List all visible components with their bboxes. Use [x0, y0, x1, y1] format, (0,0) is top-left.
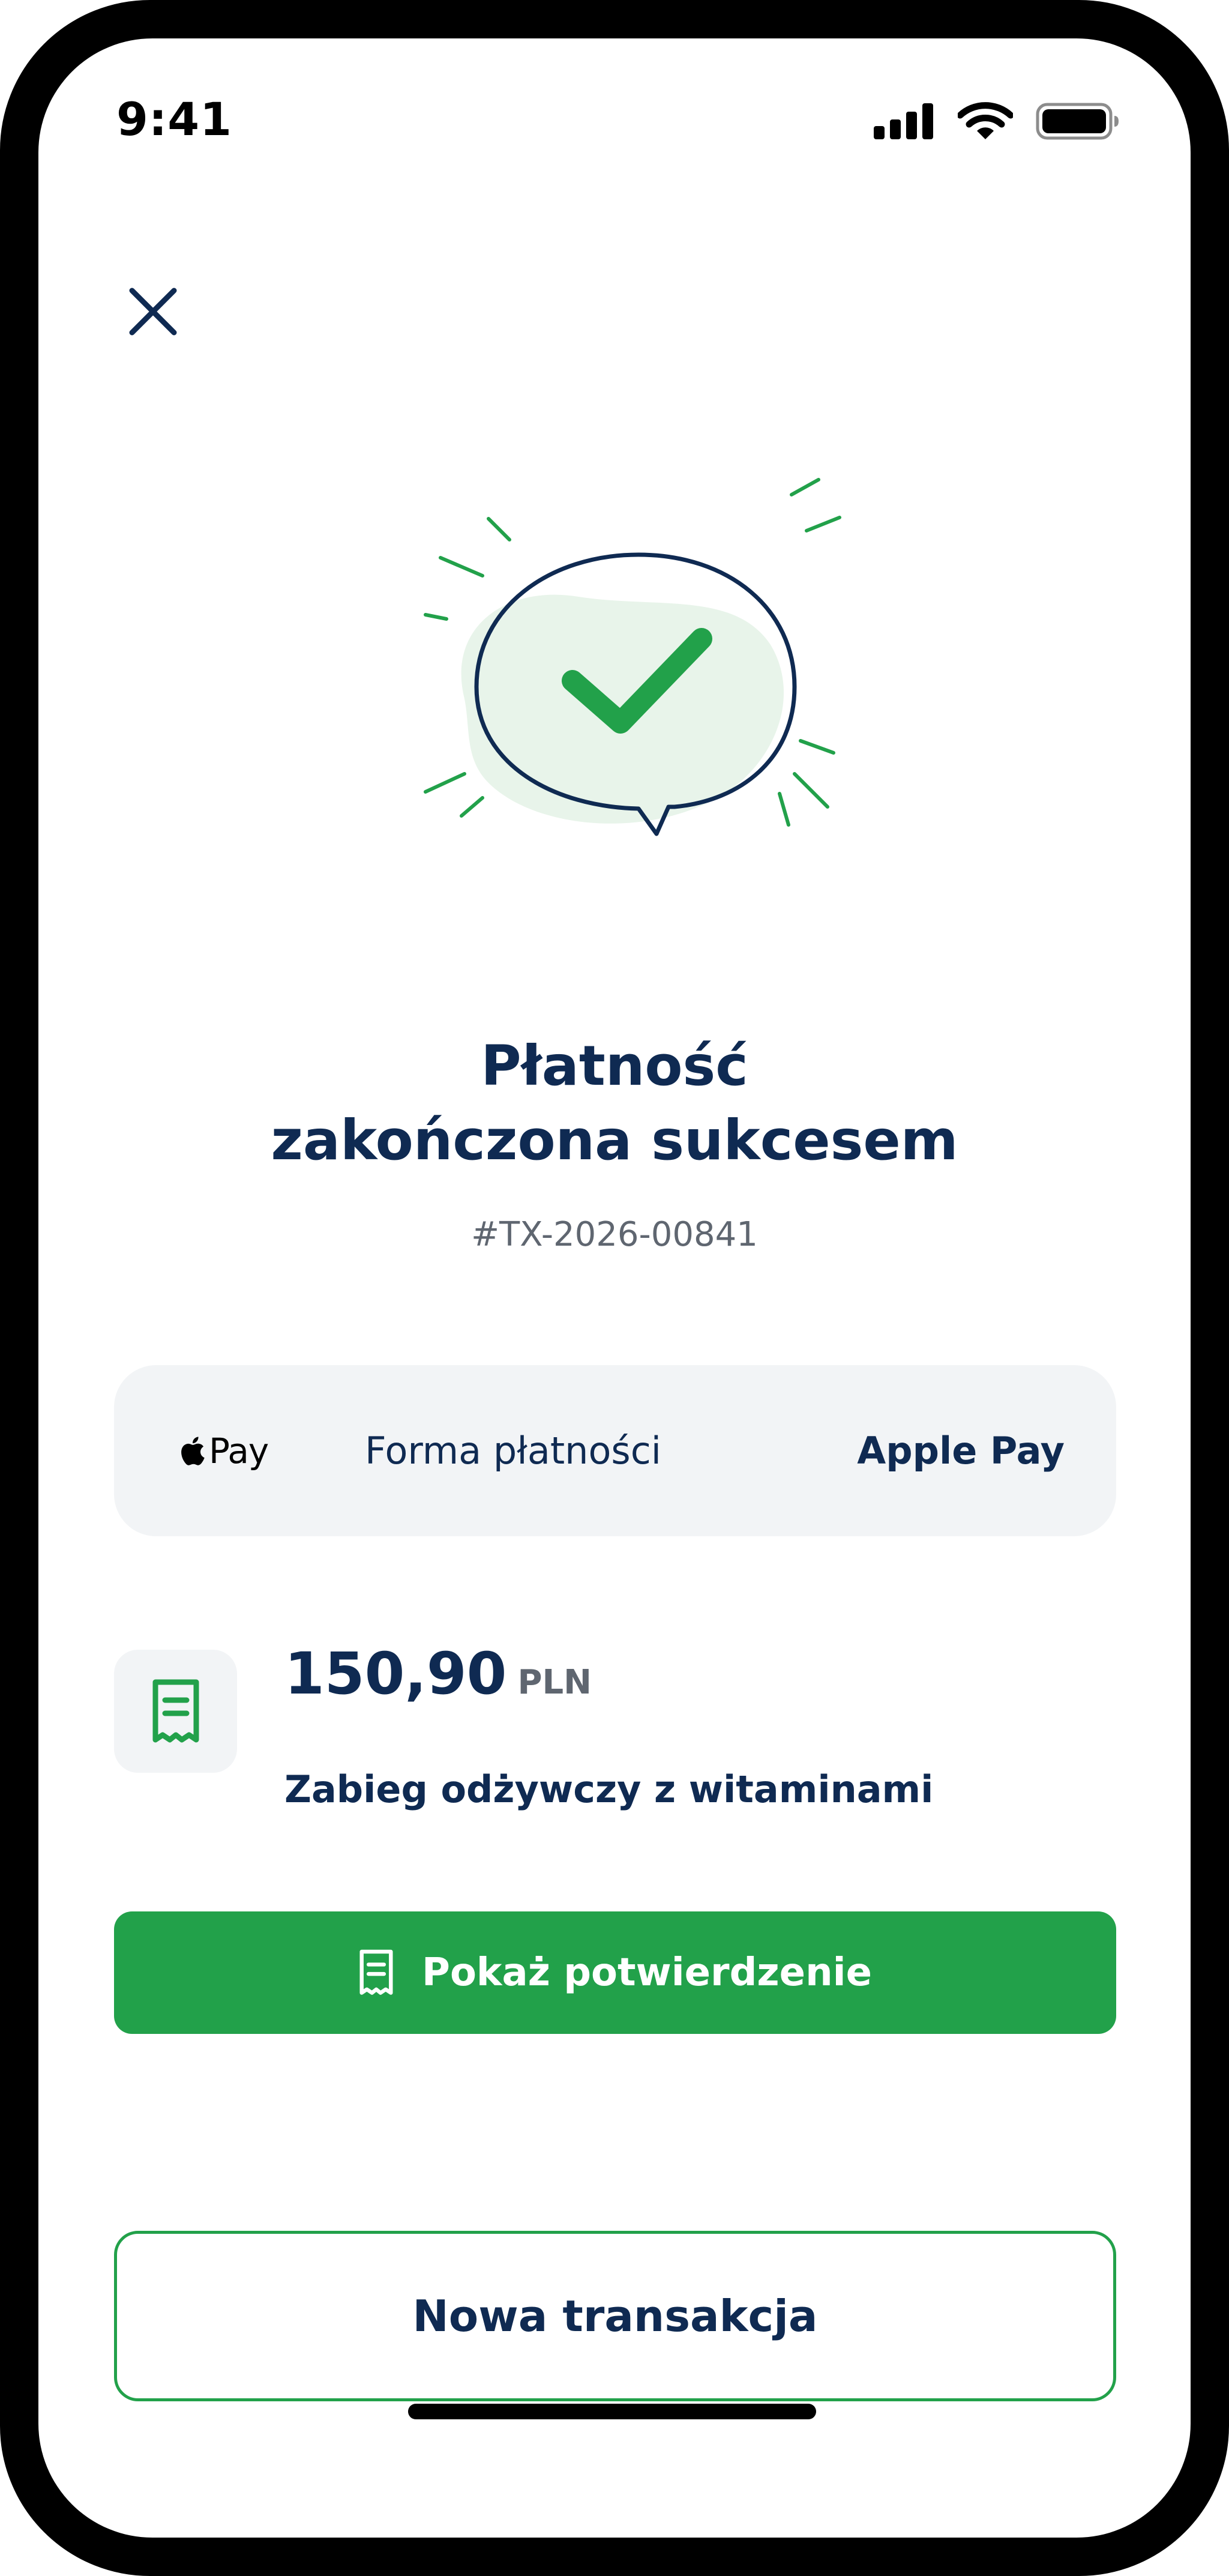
wifi-icon	[957, 102, 1014, 143]
payment-method-card: Pay Forma płatności Apple Pay	[114, 1365, 1116, 1536]
page-title: Płatność zakończona sukcesem	[38, 1029, 1191, 1178]
close-button[interactable]	[120, 279, 186, 345]
new-transaction-label: Nowa transakcja	[412, 2291, 818, 2341]
signal-icon	[874, 103, 935, 142]
show-confirmation-label: Pokaż potwierdzenie	[422, 1950, 872, 1995]
show-confirmation-button[interactable]: Pokaż potwierdzenie	[114, 1911, 1116, 2034]
success-checkmark-speech-bubble-icon	[424, 478, 841, 836]
apple-logo-icon	[181, 1436, 205, 1465]
receipt-tile	[114, 1650, 237, 1773]
receipt-icon	[358, 1949, 394, 1997]
amount-value: 150,90	[284, 1640, 507, 1707]
title-line-1: Płatność	[481, 1034, 748, 1098]
amount: 150,90 PLN	[284, 1640, 592, 1707]
apple-pay-logo: Pay	[179, 1431, 329, 1471]
status-icons	[874, 102, 1120, 143]
payment-method-value: Apple Pay	[857, 1429, 1065, 1473]
receipt-icon	[152, 1679, 199, 1742]
close-icon	[129, 288, 177, 336]
amount-description: Zabieg odżywczy z witaminami	[284, 1767, 934, 1811]
amount-currency: PLN	[517, 1663, 592, 1702]
screen: 9:41 Płatność zakończona sukcesem #TX-20…	[38, 38, 1191, 2538]
battery-icon	[1036, 103, 1120, 142]
home-indicator[interactable]	[408, 2404, 816, 2419]
transaction-id: #TX-2026-00841	[471, 1215, 758, 1254]
status-time: 9:41	[116, 92, 233, 146]
success-illustration	[374, 447, 903, 915]
payment-method-label: Forma płatności	[365, 1429, 662, 1473]
new-transaction-button[interactable]: Nowa transakcja	[114, 2231, 1116, 2401]
title-line-2: zakończona sukcesem	[271, 1108, 958, 1172]
apple-pay-logo-text: Pay	[209, 1430, 269, 1471]
